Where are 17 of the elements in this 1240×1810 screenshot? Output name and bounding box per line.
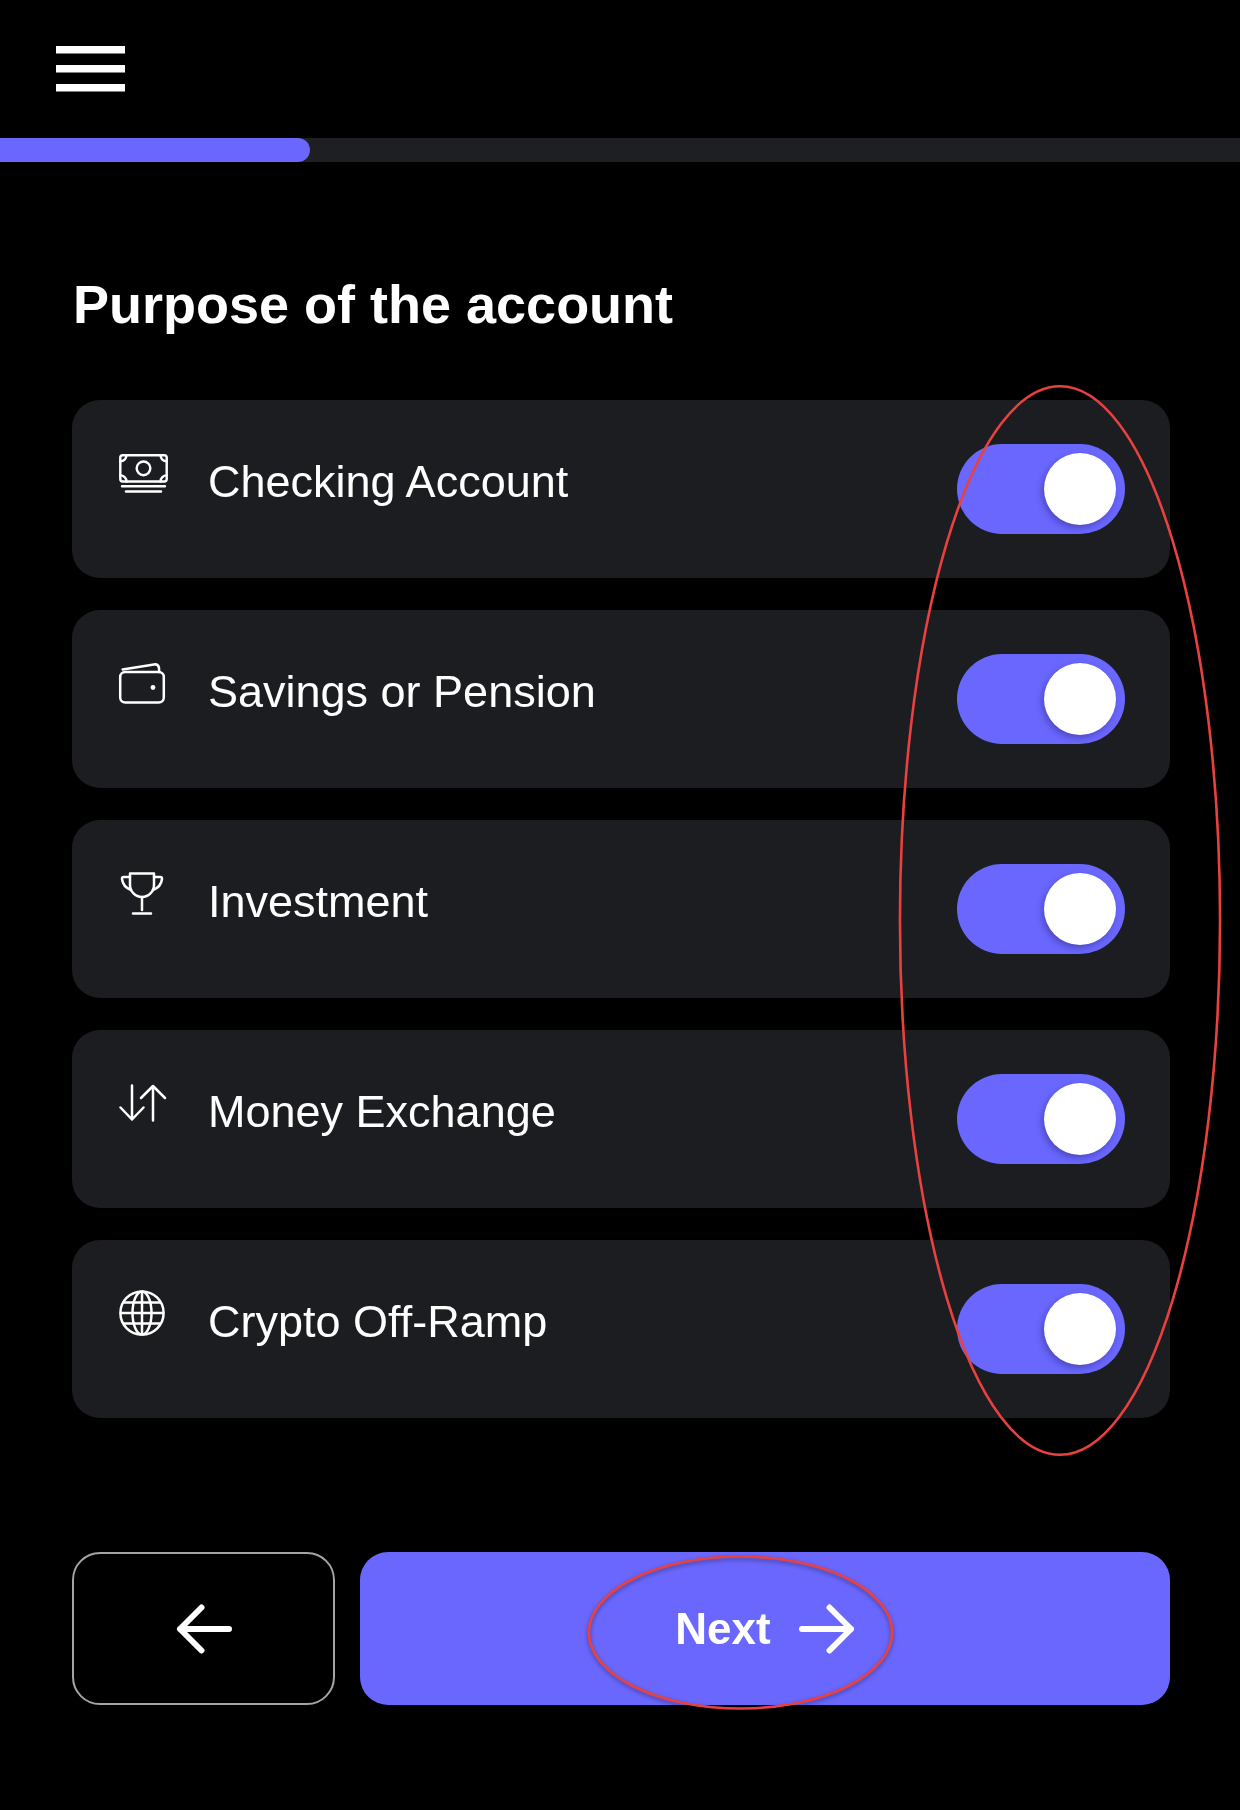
- wallet-icon: [119, 662, 165, 704]
- option-label: Money Exchange: [208, 1086, 556, 1138]
- option-label: Savings or Pension: [208, 666, 596, 718]
- menu-icon[interactable]: [56, 46, 125, 92]
- swap-arrows-icon: [119, 1084, 167, 1122]
- toggle-switch[interactable]: [957, 444, 1125, 534]
- option-label: Investment: [208, 876, 429, 928]
- page-title: Purpose of the account: [73, 273, 675, 335]
- back-button[interactable]: [72, 1552, 335, 1705]
- globe-icon: [119, 1290, 165, 1336]
- arrow-right-icon: [798, 1603, 855, 1654]
- option-label: Crypto Off-Ramp: [208, 1296, 548, 1348]
- trophy-icon: [119, 870, 165, 916]
- option-label: Checking Account: [208, 456, 569, 508]
- next-button[interactable]: Next: [360, 1552, 1170, 1705]
- arrow-left-icon: [175, 1603, 232, 1654]
- banknote-icon: [119, 453, 168, 493]
